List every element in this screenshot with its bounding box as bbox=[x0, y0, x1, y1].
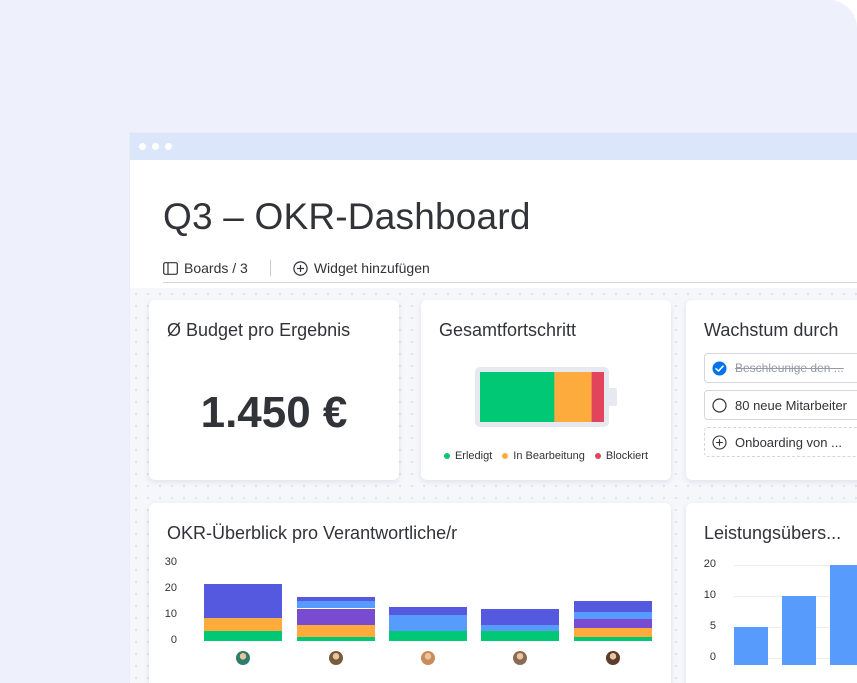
window-dot bbox=[152, 143, 159, 150]
budget-title: Ø Budget pro Ergebnis bbox=[167, 320, 351, 340]
y-tick-label: 30 bbox=[164, 556, 177, 568]
legend-blocked-label: Blockiert bbox=[605, 450, 649, 462]
bar-segment bbox=[573, 612, 652, 619]
empty-circle-icon[interactable] bbox=[712, 397, 727, 413]
add-todo-item[interactable]: Onboarding von ... bbox=[704, 427, 857, 457]
widget-area: Ø Budget pro Ergebnis 1.450 € Gesamtfort… bbox=[130, 288, 857, 683]
bar-segment bbox=[296, 596, 375, 601]
person-avatar bbox=[236, 651, 251, 665]
todo-label: Onboarding von ... bbox=[735, 434, 842, 450]
performance-title: Leistungsübers... bbox=[704, 523, 842, 543]
bar-segment bbox=[573, 628, 652, 638]
bar-segment bbox=[204, 617, 283, 631]
bar-segment bbox=[296, 600, 375, 609]
bar-segment bbox=[296, 637, 375, 641]
y-tick-label: 20 bbox=[164, 582, 177, 594]
growth-widget[interactable]: Wachstum durch Beschleunige den ... 80 n… bbox=[686, 300, 857, 480]
budget-value: 1.450 € bbox=[200, 388, 348, 437]
legend-in-progress: In Bearbeitung bbox=[502, 450, 585, 462]
legend-blocked: Blockiert bbox=[594, 450, 649, 462]
todo-label: 80 neue Mitarbeiter bbox=[735, 397, 848, 413]
bar-segment bbox=[389, 615, 467, 631]
plus-circle-icon bbox=[712, 434, 727, 450]
window-titlebar bbox=[130, 133, 857, 160]
performance-bar bbox=[830, 565, 857, 665]
battery-segment bbox=[554, 372, 592, 422]
page-title: Q3 – OKR-Dashboard bbox=[163, 196, 531, 237]
progress-title: Gesamtfortschritt bbox=[439, 320, 577, 340]
board-icon bbox=[163, 261, 178, 275]
progress-widget[interactable]: Gesamtfortschritt Erledigt In Bearbeitun… bbox=[421, 300, 671, 480]
progress-legend: Erledigt In Bearbeitung Blockiert bbox=[421, 450, 671, 462]
bar-segment bbox=[573, 618, 652, 628]
okr-overview-title: OKR-Überblick pro Verantwortliche/r bbox=[167, 523, 458, 543]
legend-done-label: Erledigt bbox=[454, 450, 493, 462]
person-avatar bbox=[513, 651, 528, 665]
bar-segment bbox=[204, 583, 283, 618]
y-tick-label: 0 bbox=[709, 651, 716, 663]
legend-done: Erledigt bbox=[443, 450, 493, 462]
budget-widget[interactable]: Ø Budget pro Ergebnis 1.450 € bbox=[149, 300, 399, 480]
toolbar-divider bbox=[269, 260, 271, 276]
app-window: Q3 – OKR-Dashboard Boards / 3 Widget hin… bbox=[130, 133, 857, 683]
bar-segment bbox=[296, 625, 375, 638]
dashboard-toolbar: Boards / 3 Widget hinzufügen bbox=[163, 258, 430, 278]
boards-label: Boards / 3 bbox=[184, 260, 248, 276]
y-tick-label: 5 bbox=[709, 620, 716, 632]
window-dot bbox=[165, 143, 172, 150]
y-tick-label: 0 bbox=[170, 634, 177, 646]
bar-segment bbox=[389, 607, 467, 615]
bar-segment bbox=[389, 630, 467, 641]
battery-segment bbox=[480, 372, 555, 422]
battery-chart bbox=[475, 367, 617, 427]
todo-item[interactable]: 80 neue Mitarbeiter bbox=[704, 390, 857, 420]
window-dot bbox=[139, 143, 146, 150]
okr-overview-widget[interactable]: OKR-Überblick pro Verantwortliche/r 30 20… bbox=[149, 503, 671, 683]
boards-button[interactable]: Boards / 3 bbox=[163, 260, 248, 276]
add-widget-label: Widget hinzufügen bbox=[313, 260, 430, 276]
plus-circle-icon bbox=[293, 260, 308, 276]
performance-bar bbox=[734, 627, 768, 665]
person-avatar bbox=[421, 651, 435, 665]
bar-segment bbox=[481, 625, 560, 631]
check-circle-icon[interactable] bbox=[712, 361, 727, 376]
bar-segment bbox=[573, 637, 652, 641]
todo-item-done[interactable]: Beschleunige den ... bbox=[704, 353, 857, 383]
bar-segment bbox=[481, 630, 560, 641]
bar-segment bbox=[573, 600, 652, 613]
performance-widget[interactable]: Leistungsübers... 20 10 5 0 bbox=[686, 503, 857, 683]
bar-segment bbox=[481, 608, 560, 626]
growth-title: Wachstum durch bbox=[704, 320, 839, 340]
legend-in-progress-label: In Bearbeitung bbox=[513, 450, 585, 462]
person-avatar bbox=[605, 651, 620, 665]
y-tick-label: 10 bbox=[703, 589, 716, 601]
y-tick-label: 20 bbox=[703, 558, 716, 570]
battery-segment bbox=[591, 372, 604, 422]
person-avatar bbox=[328, 651, 343, 665]
toolbar-rule bbox=[163, 282, 857, 283]
todo-label: Beschleunige den ... bbox=[735, 361, 844, 375]
add-widget-button[interactable]: Widget hinzufügen bbox=[293, 260, 430, 276]
bar-segment bbox=[204, 630, 283, 641]
bar-segment bbox=[296, 608, 375, 626]
performance-bar bbox=[782, 596, 816, 665]
y-tick-label: 10 bbox=[164, 608, 177, 620]
